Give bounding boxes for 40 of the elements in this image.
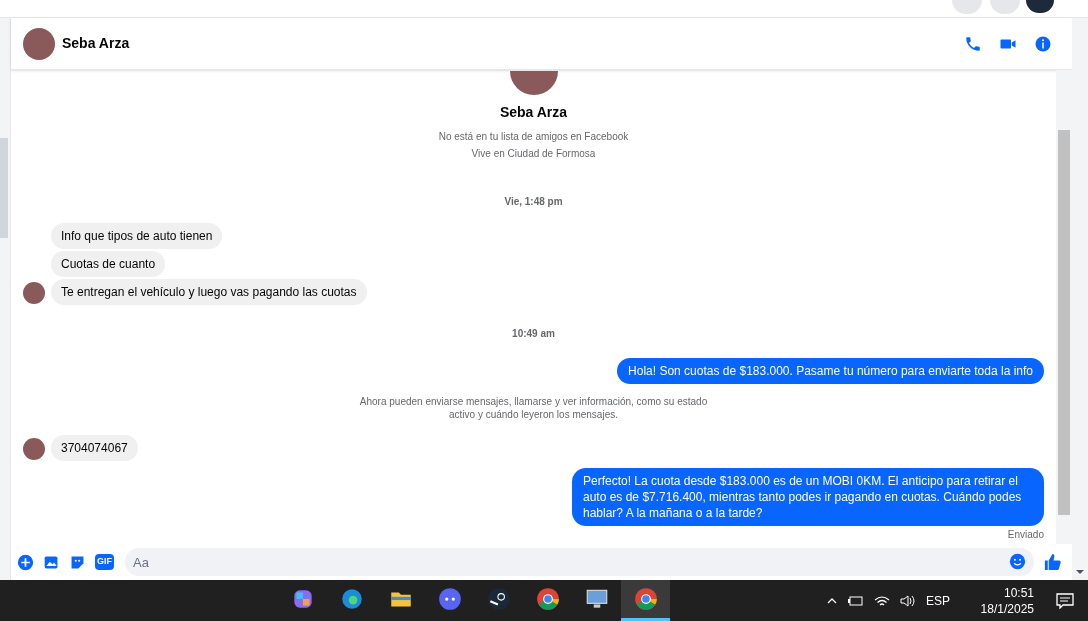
language-indicator[interactable]: ESP — [926, 591, 950, 610]
timestamp: Vie, 1:48 pm — [504, 196, 563, 207]
profile-photo — [509, 71, 558, 95]
message-bubble: Te entregan el vehículo y luego vas pagando las cuotas — [51, 279, 367, 305]
message-bubble: Hola! Son cuotas de $183.000. Pasame tu número para enviarte toda la info — [617, 358, 1044, 384]
scrollbar[interactable] — [0, 138, 8, 238]
chrome-browser-icon — [632, 586, 659, 612]
message-bubble: Info que tipos de auto tienen — [51, 223, 223, 249]
emoji-icon[interactable] — [1009, 553, 1026, 570]
timestamp: 10:49 am — [512, 328, 555, 339]
avatar — [23, 438, 45, 460]
plus-icon[interactable] — [17, 553, 34, 571]
scroll-down-arrow-icon[interactable] — [1076, 570, 1084, 574]
avatar-icon[interactable] — [1026, 0, 1054, 13]
wifi-icon[interactable] — [874, 593, 890, 608]
discord-app-icon — [436, 586, 463, 612]
gif-button[interactable]: GIF — [95, 554, 114, 570]
clock[interactable]: 10:51 18/1/2025 — [974, 584, 1034, 617]
thumbs-up-icon[interactable] — [1043, 552, 1062, 572]
info-icon[interactable] — [1034, 34, 1052, 53]
steam-app-icon — [485, 586, 512, 612]
chrome-browser-icon — [534, 586, 561, 612]
notification-icon[interactable] — [1056, 592, 1074, 609]
avatar — [23, 282, 45, 304]
profile-name: Seba Arza — [499, 103, 568, 122]
notice-text: Ahora pueden enviarse mensajes, llamarse y ver información, como su estado activo y cuándo leyeron los mensajes. — [358, 395, 709, 421]
message-field[interactable]: Aa — [125, 548, 1034, 576]
contact-name[interactable]: Seba Arza — [62, 33, 130, 54]
scrollbar[interactable] — [1058, 130, 1070, 515]
taskbar-button[interactable] — [621, 580, 670, 621]
speaker-icon[interactable] — [900, 593, 916, 608]
profile-info: No está en tu lista de amigos en Facebook — [438, 130, 629, 143]
profile-info: Vive en Ciudad de Formosa — [471, 147, 596, 160]
phone-icon[interactable] — [964, 34, 982, 53]
message-bubble: Cuotas de cuanto — [51, 251, 166, 277]
message-status: Enviado — [1007, 528, 1044, 542]
avatar[interactable] — [23, 27, 55, 60]
message-bubble: 3704074067 — [51, 435, 138, 461]
battery-plug-icon[interactable] — [848, 594, 864, 607]
message-bubble: Perfecto! La cuota desde $183.000 es de un MOBI 0KM. El anticipo para retirar el auto es de $7.716.400, mientras tanto podes ir pagando en cuotas. Cuándo podes hablar? A la mañana o a la tarde? — [572, 468, 1044, 526]
